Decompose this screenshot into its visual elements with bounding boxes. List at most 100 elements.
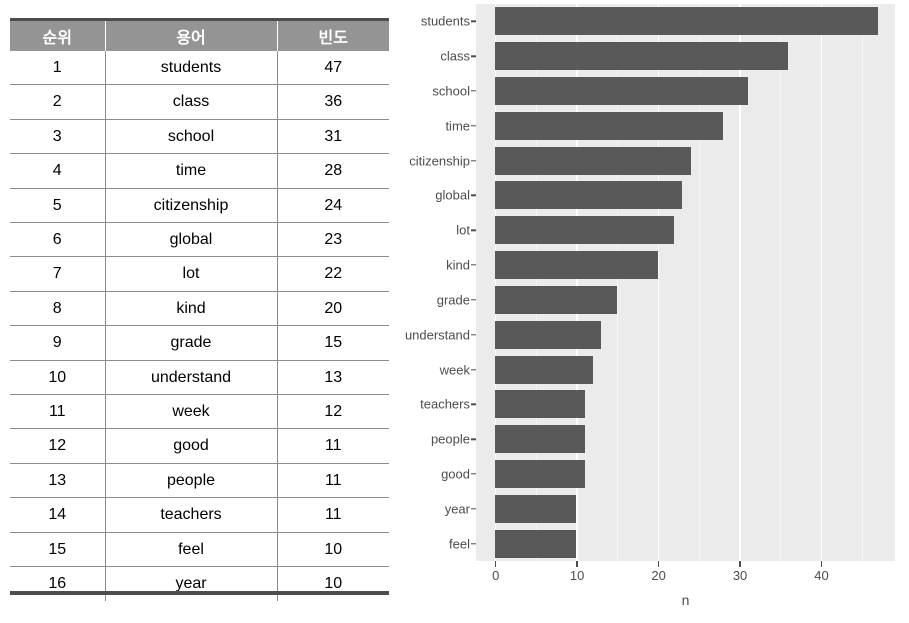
rank-cell: 6 bbox=[10, 222, 106, 258]
y-axis-label: school bbox=[432, 83, 470, 99]
term-cell: school bbox=[105, 119, 278, 155]
bar-year bbox=[495, 494, 577, 523]
term-cell: week bbox=[105, 394, 278, 430]
table-row: 11 week 12 bbox=[10, 394, 389, 430]
y-axis-label: teachers bbox=[420, 396, 470, 412]
bar-time bbox=[495, 111, 724, 140]
table-row: 10 understand 13 bbox=[10, 360, 389, 396]
table-row: 16 year 10 bbox=[10, 566, 389, 601]
bar-understand bbox=[495, 320, 601, 349]
y-axis-tick bbox=[471, 473, 476, 475]
y-axis-label: students bbox=[420, 13, 470, 29]
y-axis-tick bbox=[471, 438, 476, 440]
gridline-minor bbox=[861, 4, 863, 561]
frequency-cell: 10 bbox=[277, 566, 389, 601]
bar-school bbox=[495, 77, 748, 106]
term-frequency-table: 순위 용어 빈도 1 students 47 2 class 36 3 school 31 4 ti… bbox=[10, 18, 389, 601]
frequency-cell: 22 bbox=[277, 256, 389, 292]
y-axis-tick bbox=[471, 542, 476, 545]
column-header-frequency: 빈도 bbox=[277, 18, 389, 51]
frequency-cell: 11 bbox=[277, 463, 389, 499]
term-cell: kind bbox=[105, 291, 278, 327]
rank-cell: 10 bbox=[10, 360, 106, 396]
frequency-table-element: 순위 용어 빈도 1 students 47 2 class 36 3 school 31 4 ti… bbox=[10, 18, 389, 601]
table-header: 순위 용어 빈도 bbox=[10, 18, 389, 51]
y-axis-label: year bbox=[444, 501, 470, 517]
rank-cell: 8 bbox=[10, 291, 106, 327]
y-axis-label: citizenship bbox=[409, 153, 470, 169]
rank-cell: 13 bbox=[10, 463, 106, 499]
y-axis-tick bbox=[471, 334, 476, 336]
frequency-cell: 10 bbox=[277, 532, 389, 568]
y-axis-label: time bbox=[445, 118, 470, 134]
term-cell: grade bbox=[105, 325, 278, 361]
frequency-cell: 11 bbox=[277, 428, 389, 464]
y-axis-tick bbox=[471, 55, 476, 57]
table-bottom-rule bbox=[10, 591, 389, 595]
y-axis-tick bbox=[471, 508, 476, 510]
frequency-cell: 11 bbox=[277, 497, 389, 533]
column-header-rank: 순위 bbox=[10, 18, 106, 51]
y-axis-tick bbox=[471, 159, 476, 162]
y-axis-tick bbox=[471, 264, 476, 266]
gridline-major bbox=[820, 4, 823, 561]
rank-cell: 15 bbox=[10, 532, 106, 568]
term-cell: understand bbox=[105, 360, 278, 396]
word-frequency-bar-chart: students class school time citizenship global… bbox=[400, 0, 909, 623]
y-axis-label: people bbox=[430, 431, 470, 447]
bar-lot bbox=[495, 216, 675, 245]
term-cell: year bbox=[105, 566, 278, 601]
table-row: 9 grade 15 bbox=[10, 325, 389, 361]
column-header-term: 용어 bbox=[105, 18, 278, 51]
table-row: 8 kind 20 bbox=[10, 291, 389, 327]
term-cell: citizenship bbox=[105, 188, 278, 224]
bar-week bbox=[495, 355, 593, 384]
x-axis-tick bbox=[576, 561, 578, 567]
rank-cell: 9 bbox=[10, 325, 106, 361]
gridline-minor bbox=[780, 4, 782, 561]
y-axis-label: class bbox=[440, 48, 470, 64]
term-cell: students bbox=[105, 51, 278, 86]
bar-people bbox=[495, 425, 585, 454]
x-axis-tick bbox=[739, 561, 741, 567]
bar-class bbox=[495, 42, 789, 71]
y-axis-label: feel bbox=[449, 536, 470, 552]
frequency-cell: 28 bbox=[277, 153, 389, 189]
table-row: 4 time 28 bbox=[10, 153, 389, 189]
y-axis-tick bbox=[471, 194, 476, 197]
x-axis-tick-label: 10 bbox=[569, 568, 585, 583]
frequency-cell: 12 bbox=[277, 394, 389, 430]
rank-cell: 11 bbox=[10, 394, 106, 430]
table-header-row: 순위 용어 빈도 bbox=[10, 18, 389, 51]
frequency-cell: 24 bbox=[277, 188, 389, 224]
x-axis-tick-label: 0 bbox=[492, 568, 500, 583]
x-axis-title: n bbox=[681, 592, 690, 608]
frequency-cell: 15 bbox=[277, 325, 389, 361]
frequency-cell: 31 bbox=[277, 119, 389, 155]
rank-cell: 12 bbox=[10, 428, 106, 464]
table-row: 14 teachers 11 bbox=[10, 497, 389, 533]
x-axis-tick-label: 40 bbox=[814, 568, 829, 583]
table-row: 5 citizenship 24 bbox=[10, 188, 389, 224]
bar-feel bbox=[495, 529, 577, 558]
term-cell: lot bbox=[105, 256, 278, 292]
y-axis-label: kind bbox=[446, 257, 470, 273]
table-row: 6 global 23 bbox=[10, 222, 389, 258]
x-axis-tick-label: 30 bbox=[732, 568, 748, 583]
frequency-cell: 36 bbox=[277, 84, 389, 120]
term-cell: time bbox=[105, 153, 278, 189]
bar-grade bbox=[495, 285, 618, 314]
rank-cell: 4 bbox=[10, 153, 106, 189]
term-cell: feel bbox=[105, 532, 278, 568]
bar-global bbox=[495, 181, 683, 210]
rank-cell: 14 bbox=[10, 497, 106, 533]
term-cell: global bbox=[105, 222, 278, 258]
table-row: 3 school 31 bbox=[10, 119, 389, 155]
y-axis-tick bbox=[471, 299, 476, 301]
term-cell: teachers bbox=[105, 497, 278, 533]
rank-cell: 1 bbox=[10, 51, 106, 86]
y-axis-labels: students class school time citizenship global… bbox=[400, 4, 470, 561]
bar-teachers bbox=[495, 390, 585, 419]
y-axis-tick bbox=[471, 368, 476, 371]
y-axis-tick bbox=[471, 125, 476, 127]
